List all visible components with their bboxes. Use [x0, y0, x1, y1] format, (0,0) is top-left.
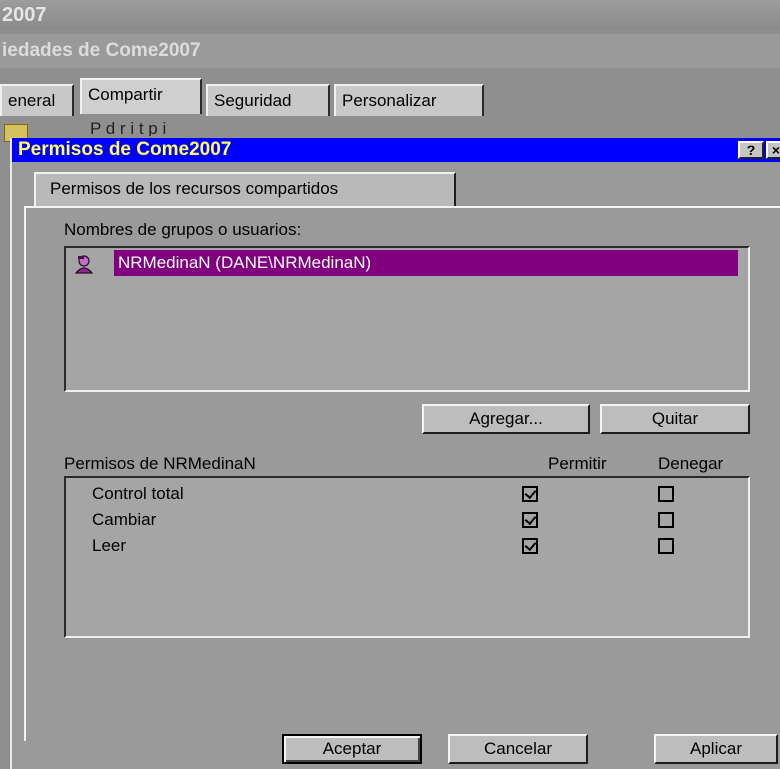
background-window-title-top: 2007 — [2, 4, 47, 26]
permission-name-cambiar: Cambiar — [92, 510, 157, 529]
user-icon — [74, 255, 94, 274]
deny-checkbox-cambiar[interactable] — [658, 512, 674, 528]
apply-button[interactable]: Aplicar — [654, 734, 778, 764]
bg-tab-compartir[interactable]: Compartir — [80, 78, 202, 114]
cancel-button[interactable]: Cancelar — [448, 734, 588, 764]
bg-tab-seguridad[interactable]: Seguridad — [206, 84, 330, 116]
deny-column-header: Denegar — [658, 454, 724, 473]
bg-tab-personalizar[interactable]: Personalizar — [334, 84, 484, 116]
permissions-list: Control total Cambiar Leer — [64, 476, 750, 638]
deny-checkbox-leer[interactable] — [658, 538, 674, 554]
ok-button[interactable]: Aceptar — [282, 734, 422, 764]
remove-button[interactable]: Quitar — [600, 404, 750, 434]
permission-name-control-total: Control total — [92, 484, 184, 503]
users-listbox[interactable]: NRMedinaN (DANE\NRMedinaN) — [64, 246, 750, 392]
background-window-titlebar: 2007 — [0, 0, 780, 30]
background-window-title: iedades de Come2007 — [2, 40, 201, 61]
allow-checkbox-control-total[interactable] — [522, 486, 538, 502]
list-item[interactable]: NRMedinaN (DANE\NRMedinaN) — [74, 250, 738, 276]
background-partial-text: P d r i t p i — [90, 122, 167, 136]
deny-checkbox-control-total[interactable] — [658, 486, 674, 502]
dialog-title: Permisos de Come2007 — [18, 139, 232, 160]
allow-column-header: Permitir — [548, 454, 607, 473]
permissions-label: Permisos de NRMedinaN — [64, 454, 256, 473]
tab-share-permissions[interactable]: Permisos de los recursos compartidos — [34, 172, 456, 206]
background-window-inner-titlebar: iedades de Come2007 — [0, 34, 780, 68]
allow-checkbox-leer[interactable] — [522, 538, 538, 554]
permissions-dialog: Permisos de Come2007 ? × Permisos de los… — [10, 138, 780, 769]
user-name: NRMedinaN (DANE\NRMedinaN) — [114, 250, 738, 276]
dialog-titlebar[interactable]: Permisos de Come2007 ? × — [12, 138, 780, 162]
permission-name-leer: Leer — [92, 536, 127, 555]
allow-checkbox-cambiar[interactable] — [522, 512, 538, 528]
help-button[interactable]: ? — [738, 141, 764, 159]
bg-tab-general[interactable]: eneral — [0, 84, 74, 116]
add-button[interactable]: Agregar... — [422, 404, 590, 434]
close-button[interactable]: × — [766, 141, 780, 159]
users-label: Nombres de grupos o usuarios: — [64, 220, 302, 239]
